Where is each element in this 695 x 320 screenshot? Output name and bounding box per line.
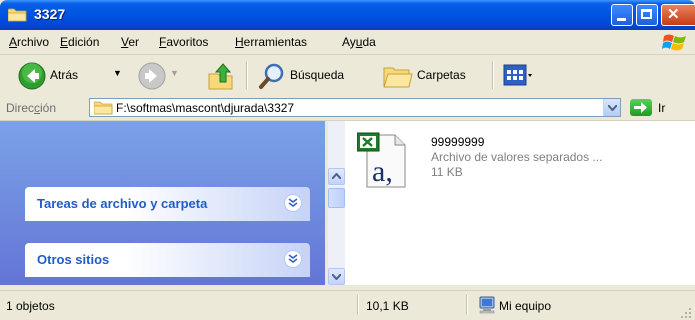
forward-arrow-icon[interactable] <box>138 62 166 90</box>
menu-archivo[interactable]: Archivo <box>9 35 49 49</box>
scroll-up-button[interactable] <box>328 168 345 185</box>
panel-title[interactable]: Tareas de archivo y carpeta <box>37 196 207 211</box>
menu-ver[interactable]: Ver <box>121 35 139 49</box>
go-arrow-icon <box>634 102 647 113</box>
up-folder-icon[interactable] <box>208 62 234 90</box>
back-button-label[interactable]: Atrás <box>50 68 78 82</box>
go-label[interactable]: Ir <box>658 101 665 115</box>
address-input[interactable]: F:\softmas\mascont\djurada\3327 <box>89 98 621 117</box>
window-title: 3327 <box>34 6 66 22</box>
status-separator <box>466 295 468 315</box>
chevron-expand-icon[interactable] <box>284 250 302 268</box>
file-type: Archivo de valores separados ... <box>431 150 603 164</box>
explorer-window: 3327 ✕ Archivo Edición Ver Favoritos Her… <box>0 0 695 320</box>
address-label-text: ión <box>40 101 57 115</box>
menu-bar: Archivo Edición Ver Favoritos Herramient… <box>0 30 695 55</box>
task-pane: Tareas de archivo y carpeta Otros sitios <box>0 121 325 285</box>
status-location: Mi equipo <box>499 299 552 313</box>
status-separator <box>357 295 359 315</box>
search-icon[interactable] <box>258 62 286 90</box>
close-button[interactable]: ✕ <box>661 4 695 26</box>
toolbar-separator <box>246 61 248 89</box>
back-dropdown-icon[interactable]: ▼ <box>113 68 122 78</box>
csv-file-icon[interactable]: a, <box>357 131 407 189</box>
go-button[interactable] <box>630 99 652 116</box>
views-icon[interactable] <box>503 64 533 88</box>
menu-ayuda[interactable]: Ayuda <box>342 35 376 49</box>
maximize-icon <box>641 9 652 19</box>
status-object-count: 1 objetos <box>6 299 55 313</box>
folder-icon <box>94 101 113 115</box>
address-dropdown-button[interactable] <box>603 99 620 116</box>
scroll-thumb[interactable] <box>328 188 345 208</box>
menu-label: da <box>362 35 376 49</box>
chevron-down-icon <box>608 105 617 111</box>
menu-label: er <box>128 35 140 49</box>
scroll-down-button[interactable] <box>328 268 345 285</box>
menu-favoritos[interactable]: Favoritos <box>159 35 208 49</box>
chevron-down-icon <box>332 274 341 280</box>
panel-title[interactable]: Otros sitios <box>37 252 109 267</box>
menu-mnemonic: E <box>60 35 69 49</box>
resize-grip-icon[interactable] <box>680 307 692 319</box>
close-icon: ✕ <box>667 6 680 23</box>
forward-dropdown-icon[interactable]: ▼ <box>170 68 179 78</box>
minimize-button[interactable] <box>611 4 633 26</box>
menu-herramientas[interactable]: Herramientas <box>235 35 307 49</box>
file-name[interactable]: 99999999 <box>431 135 484 149</box>
menu-label: erramientas <box>243 35 308 49</box>
minimize-icon <box>617 18 626 21</box>
menu-mnemonic: A <box>9 35 18 49</box>
address-bar: Dirección F:\softmas\mascont\djurada\332… <box>0 96 695 121</box>
status-size: 10,1 KB <box>366 299 409 313</box>
back-arrow-icon[interactable] <box>18 62 46 90</box>
title-bar[interactable]: 3327 ✕ <box>0 0 695 30</box>
windows-logo-icon <box>662 34 686 51</box>
svg-text:a,: a, <box>372 155 393 188</box>
chevron-up-icon <box>332 173 341 179</box>
address-label-text: Direc <box>6 101 35 115</box>
panel-other-places[interactable]: Otros sitios <box>25 243 310 277</box>
folders-button-label[interactable]: Carpetas <box>417 68 466 82</box>
menu-label: Ay <box>342 35 356 49</box>
task-pane-scrollbar[interactable] <box>328 168 345 285</box>
scrollbar-track-top <box>328 121 345 168</box>
file-list-area[interactable]: a, 99999999 Archivo de valores separados… <box>345 121 695 285</box>
maximize-button[interactable] <box>636 4 658 26</box>
menu-edicion[interactable]: Edición <box>60 35 99 49</box>
search-button-label[interactable]: Búsqueda <box>290 68 344 82</box>
address-label: Dirección <box>6 101 56 115</box>
status-bar: 1 objetos 10,1 KB Mi equipo <box>0 290 695 320</box>
standard-toolbar: Atrás ▼ ▼ Búsqueda Carpetas <box>0 55 695 97</box>
my-computer-icon <box>479 296 495 314</box>
toolbar-separator <box>492 61 494 89</box>
address-path: F:\softmas\mascont\djurada\3327 <box>116 101 295 115</box>
menu-label: rchivo <box>17 35 50 49</box>
folders-icon[interactable] <box>383 63 413 89</box>
file-size: 11 KB <box>431 165 463 179</box>
folder-icon <box>8 8 27 22</box>
menu-label: avoritos <box>166 35 209 49</box>
menu-mnemonic: H <box>235 35 244 49</box>
panel-file-folder-tasks[interactable]: Tareas de archivo y carpeta <box>25 187 310 221</box>
chevron-expand-icon[interactable] <box>284 194 302 212</box>
menu-label: dición <box>68 35 100 49</box>
